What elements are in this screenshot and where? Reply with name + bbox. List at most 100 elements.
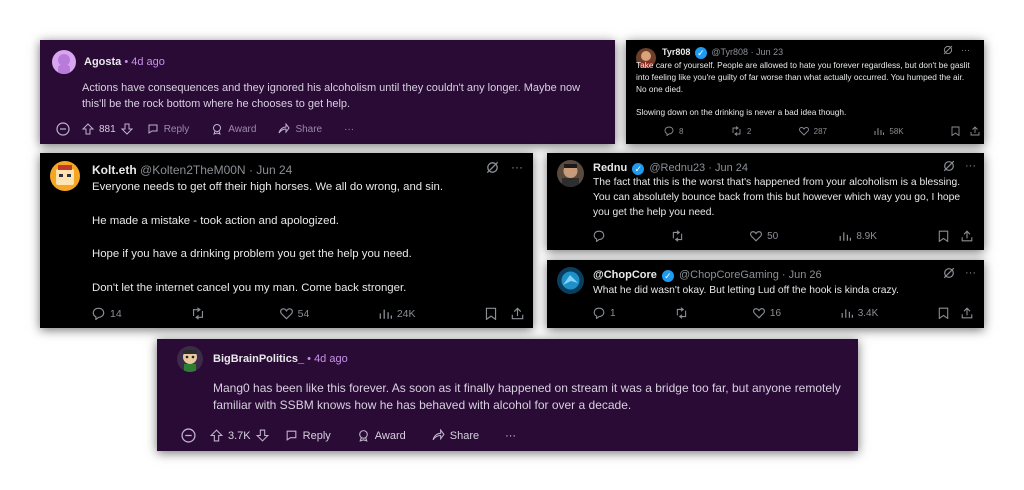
avatar[interactable] [177,346,203,372]
share-button[interactable]: Share [278,123,322,135]
retweet-button[interactable]: 2 [731,126,751,136]
comment-age: 4d ago [131,56,165,68]
comment-text: Actions have consequences and they ignor… [82,82,581,110]
reddit-comment-bigbrainpolitics: BigBrainPolitics_ • 4d ago Mang0 has bee… [157,339,858,451]
more-options-button[interactable]: ··· [511,160,523,174]
share-button[interactable]: Share [432,429,479,442]
username[interactable]: Agosta [84,56,121,68]
reply-label: Reply [163,123,190,135]
verified-badge-icon: ✓ [661,270,674,282]
comment-icon [285,429,298,442]
bookmark-icon[interactable] [938,307,949,319]
share-icon[interactable] [511,307,524,320]
views-icon [841,307,853,319]
like-button[interactable]: 287 [798,126,827,136]
upvote-icon[interactable] [82,123,94,135]
tweet-kolt-eth: Kolt.eth @Kolten2TheM00N · Jun 24 ··· Ev… [40,153,533,328]
avatar[interactable] [557,160,584,187]
tweet-text: What he did wasn't okay. But letting Lud… [593,285,899,296]
reply-count: 1 [610,307,616,319]
tweet-date[interactable]: · Jun 24 [249,163,292,177]
verified-badge-icon: ✓ [694,47,707,59]
views-button[interactable]: 24K [379,307,416,320]
award-label: Award [374,429,406,442]
avatar[interactable] [52,50,76,74]
like-count: 50 [767,230,779,242]
more-options-button[interactable]: ··· [344,124,354,135]
views-icon [839,230,852,242]
more-options-button[interactable]: ··· [961,45,970,55]
grok-icon[interactable] [486,161,499,174]
award-icon [211,123,223,135]
handle[interactable]: @Rednu23 [649,162,705,174]
retweet-button[interactable] [191,307,210,320]
award-button[interactable]: Award [211,123,256,135]
share-icon [278,123,291,135]
reddit-comment-agosta: Agosta • 4d ago Actions have consequence… [40,40,615,144]
reply-icon [593,230,605,242]
downvote-icon[interactable] [255,429,269,442]
comment-icon [147,123,159,135]
share-icon[interactable] [970,126,980,136]
view-count: 24K [396,307,416,320]
tweet-date[interactable]: · Jun 26 [782,269,822,281]
more-options-button[interactable]: ··· [505,430,516,442]
handle[interactable]: @ChopCoreGaming [679,269,779,281]
views-button[interactable]: 58K [874,126,904,136]
collapse-icon[interactable] [181,428,196,443]
tweet-chopcore: @ChopCore ✓ @ChopCoreGaming · Jun 26 ···… [547,260,984,328]
grok-icon[interactable] [943,160,955,172]
award-label: Award [228,123,257,135]
reply-button[interactable]: 1 [593,307,616,319]
tweet-text: Everyone needs to get off their high hor… [92,181,444,294]
grok-icon[interactable] [943,267,955,279]
tweet-rednu: Rednu ✓ @Rednu23 · Jun 24 ··· The fact t… [547,153,984,250]
avatar[interactable] [50,161,80,191]
avatar[interactable] [557,267,584,294]
reply-button[interactable]: 8 [664,126,683,136]
display-name[interactable]: Kolt.eth [92,163,137,177]
like-count: 16 [769,307,782,319]
display-name[interactable]: @ChopCore [593,269,657,281]
reply-button[interactable] [593,230,610,242]
handle[interactable]: @Kolten2TheM00N [140,163,246,177]
views-button[interactable]: 8.9K [839,230,877,242]
heart-icon [279,307,293,320]
collapse-icon[interactable] [56,122,70,136]
share-icon[interactable] [961,307,973,319]
more-options-button[interactable]: ··· [965,267,976,279]
reply-button[interactable]: Reply [147,123,190,135]
downvote-icon[interactable] [120,123,133,135]
bookmark-icon[interactable] [951,126,960,136]
retweet-button[interactable] [675,307,693,319]
handle[interactable]: @Tyr808 [711,47,748,57]
more-options-button[interactable]: ··· [965,160,976,172]
share-icon[interactable] [961,230,973,242]
vote-count: 3.7K [228,429,251,442]
display-name[interactable]: Rednu [593,162,627,174]
retweet-button[interactable] [671,230,689,242]
username[interactable]: BigBrainPolitics_ [213,353,304,365]
award-button[interactable]: Award [357,429,406,442]
retweet-icon [731,126,742,136]
heart-icon [752,307,765,319]
like-button[interactable]: 54 [279,307,309,320]
reply-button[interactable]: Reply [285,429,331,442]
upvote-icon[interactable] [210,429,223,442]
verified-badge-icon: ✓ [632,163,645,175]
share-icon [432,429,445,442]
views-icon [874,126,885,136]
grok-icon[interactable] [943,45,953,55]
like-button[interactable]: 50 [750,230,778,242]
like-button[interactable]: 16 [752,307,782,319]
views-button[interactable]: 3.4K [841,307,878,319]
reply-button[interactable]: 14 [92,307,122,320]
tweet-date[interactable]: · Jun 23 [751,47,784,57]
reply-label: Reply [302,429,331,442]
bookmark-icon[interactable] [485,307,497,320]
tweet-date[interactable]: · Jun 24 [708,162,748,174]
view-count: 8.9K [856,230,877,242]
display-name[interactable]: Tyr808 [662,47,690,57]
bookmark-icon[interactable] [938,230,949,242]
reply-icon [92,307,105,320]
